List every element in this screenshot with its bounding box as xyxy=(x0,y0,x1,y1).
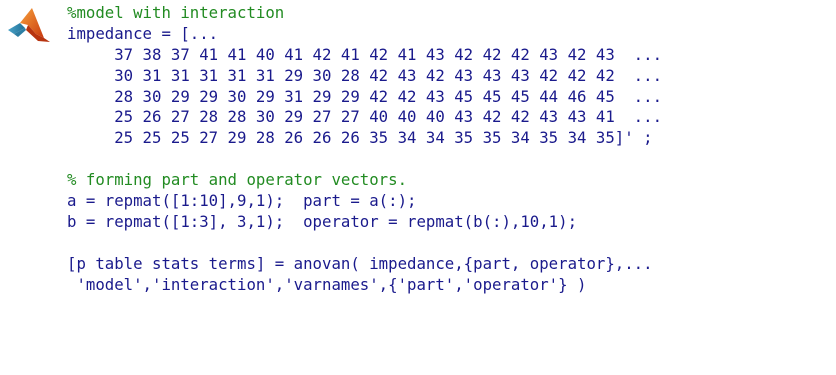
code-line: 28 30 29 29 30 29 31 29 29 42 42 43 45 4… xyxy=(67,86,663,106)
code-block: %model with interaction impedance = [... … xyxy=(67,3,662,295)
code-line: 25 25 25 27 29 28 26 26 26 35 34 34 35 3… xyxy=(67,128,653,148)
code-comment-line: % forming part and operator vectors. xyxy=(67,170,408,190)
matlab-logo-icon xyxy=(8,8,50,44)
code-line: a = repmat([1:10],9,1); part = a(:); xyxy=(67,191,417,211)
code-line: 25 26 27 28 28 30 29 27 27 40 40 40 43 4… xyxy=(67,107,663,127)
code-line: 37 38 37 41 41 40 41 42 41 42 41 43 42 4… xyxy=(67,44,663,64)
code-comment-line: %model with interaction xyxy=(67,3,285,22)
code-line: [p table stats terms] = anovan( impedanc… xyxy=(67,253,653,273)
code-line: impedance = [... xyxy=(67,23,219,43)
code-line: 'model','interaction','varnames',{'part'… xyxy=(67,274,587,294)
code-line: 30 31 31 31 31 31 29 30 28 42 43 42 43 4… xyxy=(67,65,663,85)
code-line: b = repmat([1:3], 3,1); operator = repma… xyxy=(67,211,578,231)
